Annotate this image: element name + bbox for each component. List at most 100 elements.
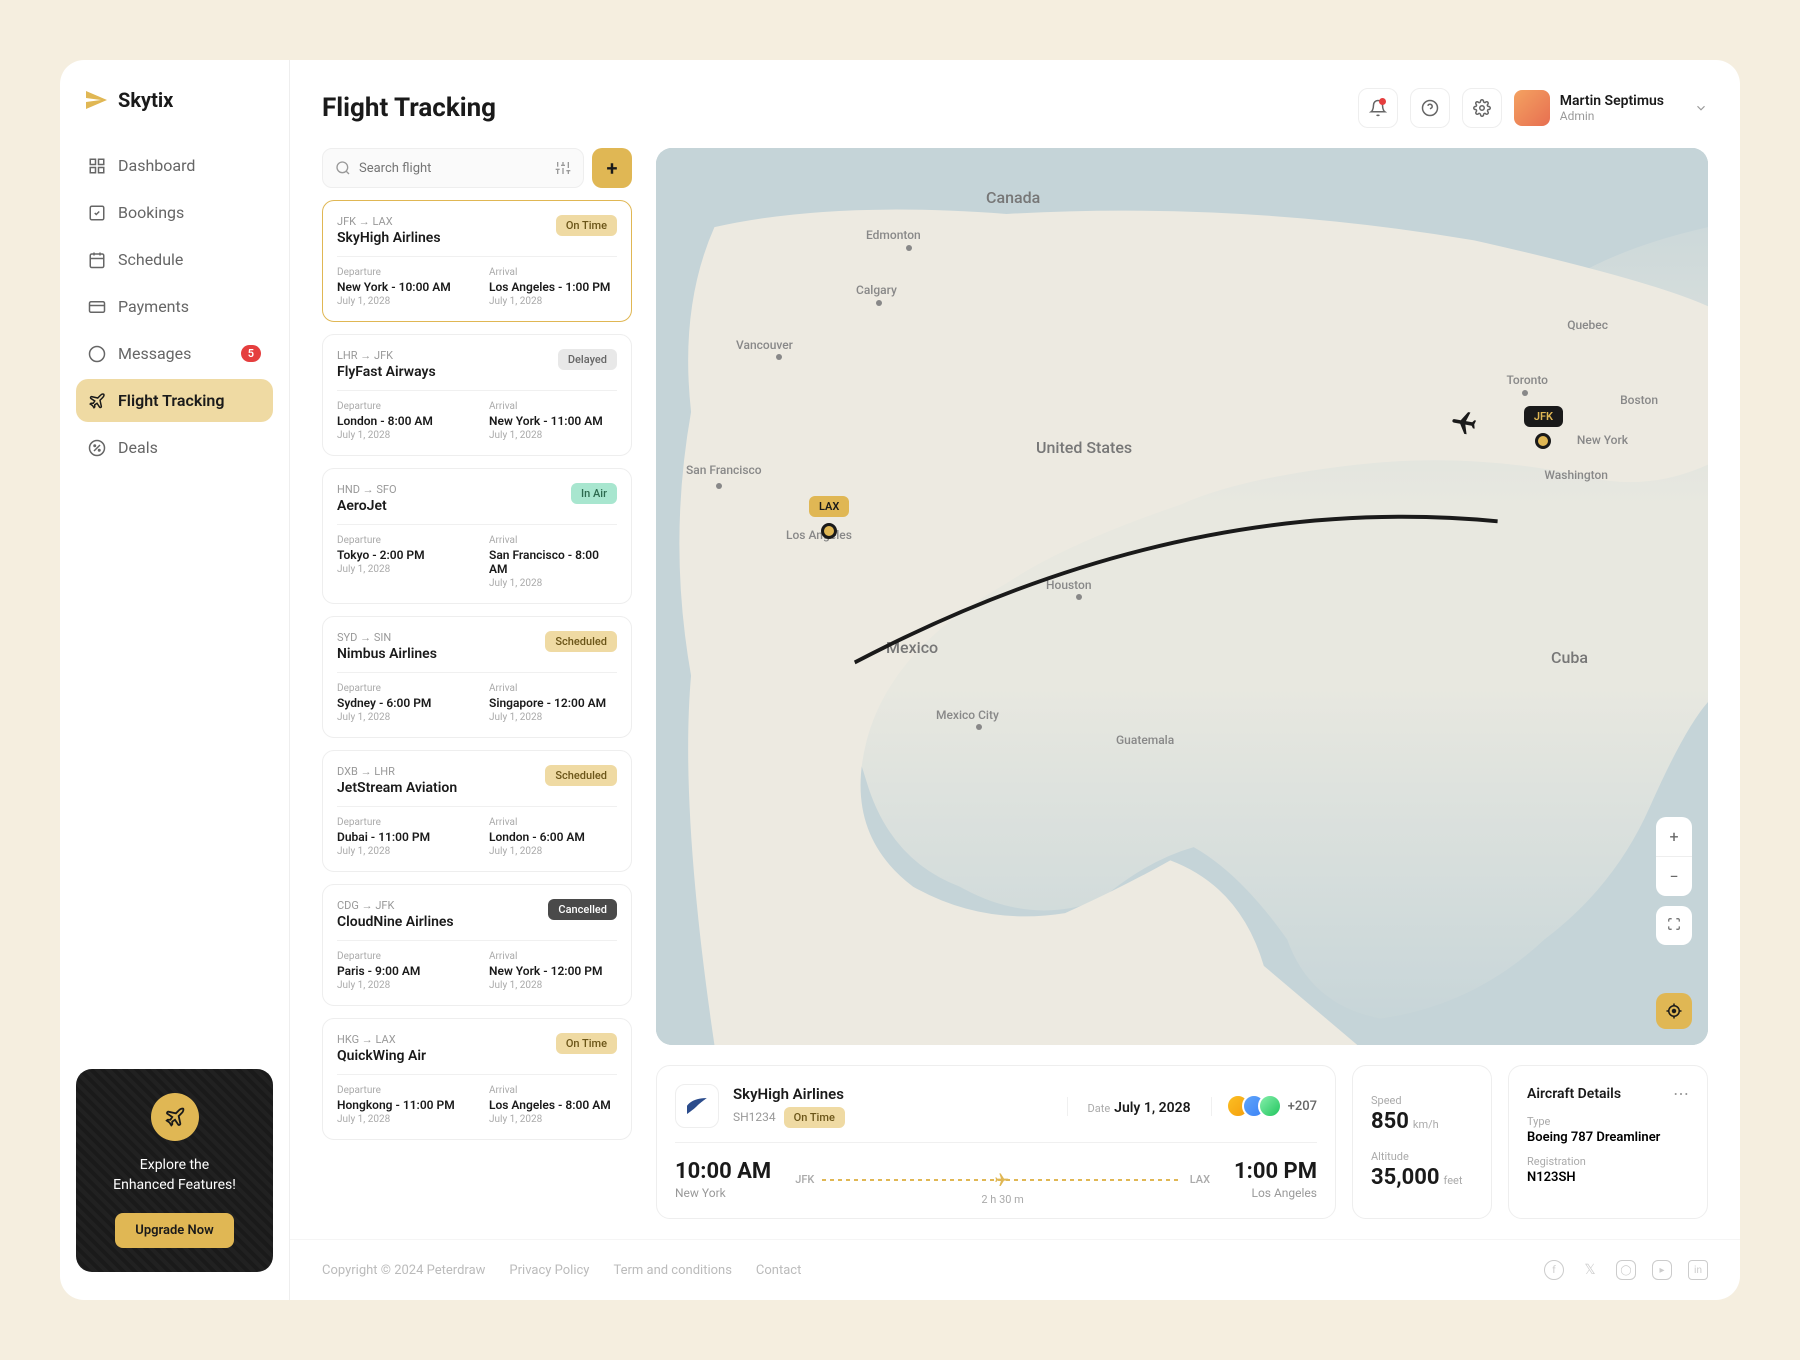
departure-date: July 1, 2028 <box>337 564 465 575</box>
arrival-label: Arrival <box>489 401 617 412</box>
youtube-icon[interactable]: ▸ <box>1652 1260 1672 1280</box>
percent-icon <box>88 439 106 457</box>
departure-date: July 1, 2028 <box>337 296 465 307</box>
nav-dashboard[interactable]: Dashboard <box>76 144 273 187</box>
dep-code: JFK <box>795 1173 814 1186</box>
right-panel: Canada Edmonton Calgary Vancouver Quebec… <box>656 148 1708 1219</box>
logo[interactable]: Skytix <box>76 88 273 112</box>
facebook-icon[interactable]: f <box>1544 1260 1564 1280</box>
map[interactable]: Canada Edmonton Calgary Vancouver Quebec… <box>656 148 1708 1045</box>
flight-route: SYD → SIN <box>337 631 437 644</box>
social-links: f 𝕏 ◯ ▸ in <box>1544 1260 1708 1280</box>
contact-link[interactable]: Contact <box>756 1263 801 1278</box>
arr-city: Los Angeles <box>1234 1186 1317 1200</box>
arrival-date: July 1, 2028 <box>489 712 617 723</box>
flight-card[interactable]: JFK → LAXSkyHigh AirlinesOn TimeDepartur… <box>322 200 632 322</box>
departure-date: July 1, 2028 <box>337 846 465 857</box>
arrival-value: New York - 12:00 PM <box>489 964 617 978</box>
detail-status: On Time <box>784 1107 845 1128</box>
departure-date: July 1, 2028 <box>337 712 465 723</box>
arrival-date: July 1, 2028 <box>489 430 617 441</box>
status-badge: Scheduled <box>545 631 617 652</box>
map-label-calgary: Calgary <box>856 283 897 297</box>
fullscreen-button[interactable] <box>1656 906 1692 945</box>
airport-lax[interactable]: LAX <box>809 496 849 539</box>
arr-code: LAX <box>1190 1173 1210 1186</box>
promo-card: Explore the Enhanced Features! Upgrade N… <box>76 1069 273 1272</box>
zoom-in-button[interactable]: + <box>1656 817 1692 856</box>
crosshair-icon <box>1665 1002 1683 1020</box>
speed-value: 850 <box>1371 1109 1409 1134</box>
plane-icon <box>88 392 106 410</box>
arrival-date: July 1, 2028 <box>489 578 617 589</box>
map-label-vancouver: Vancouver <box>736 338 793 352</box>
arrival-date: July 1, 2028 <box>489 980 617 991</box>
flight-route: HND → SFO <box>337 483 397 496</box>
locate-button[interactable] <box>1656 993 1692 1029</box>
arrival-value: Los Angeles - 8:00 AM <box>489 1098 617 1112</box>
instagram-icon[interactable]: ◯ <box>1616 1260 1636 1280</box>
map-label-guatemala: Guatemala <box>1116 733 1174 747</box>
arrival-value: New York - 11:00 AM <box>489 414 617 428</box>
search-icon <box>335 160 351 176</box>
upgrade-button[interactable]: Upgrade Now <box>115 1213 233 1248</box>
help-icon <box>1421 99 1439 117</box>
nav-schedule[interactable]: Schedule <box>76 238 273 281</box>
arrival-value: San Francisco - 8:00 AM <box>489 548 617 576</box>
map-label-sanfrancisco: San Francisco <box>686 463 762 477</box>
terms-link[interactable]: Term and conditions <box>613 1263 731 1278</box>
nav-messages[interactable]: Messages5 <box>76 332 273 375</box>
filter-icon[interactable] <box>555 160 571 176</box>
flight-airline: CloudNine Airlines <box>337 914 454 930</box>
flight-airline: JetStream Aviation <box>337 780 457 796</box>
nav: Dashboard Bookings Schedule Payments Mes… <box>76 144 273 469</box>
linkedin-icon[interactable]: in <box>1688 1260 1708 1280</box>
nav-payments[interactable]: Payments <box>76 285 273 328</box>
airport-jfk[interactable]: JFK <box>1524 406 1563 449</box>
map-label-newyork: New York <box>1577 433 1628 447</box>
user-menu[interactable]: Martin Septimus Admin <box>1514 90 1708 126</box>
flight-card[interactable]: DXB → LHRJetStream AviationScheduledDepa… <box>322 750 632 872</box>
help-button[interactable] <box>1410 88 1450 128</box>
privacy-link[interactable]: Privacy Policy <box>509 1263 589 1278</box>
alt-unit: feet <box>1444 1174 1463 1187</box>
notifications-button[interactable] <box>1358 88 1398 128</box>
settings-button[interactable] <box>1462 88 1502 128</box>
nav-deals[interactable]: Deals <box>76 426 273 469</box>
user-role: Admin <box>1560 109 1664 123</box>
departure-value: Sydney - 6:00 PM <box>337 696 465 710</box>
flight-route: CDG → JFK <box>337 899 454 912</box>
copyright: Copyright © 2024 Peterdraw <box>322 1263 485 1278</box>
nav-bookings[interactable]: Bookings <box>76 191 273 234</box>
messages-badge: 5 <box>241 345 261 362</box>
flight-card[interactable]: HND → SFOAeroJetIn AirDepartureTokyo - 2… <box>322 468 632 604</box>
search-box[interactable] <box>322 148 584 188</box>
x-icon[interactable]: 𝕏 <box>1580 1260 1600 1280</box>
add-flight-button[interactable]: + <box>592 148 632 188</box>
departure-label: Departure <box>337 817 465 828</box>
arr-time: 1:00 PM <box>1234 1159 1317 1184</box>
flight-card[interactable]: LHR → JFKFlyFast AirwaysDelayedDeparture… <box>322 334 632 456</box>
flight-card[interactable]: HKG → LAXQuickWing AirOn TimeDepartureHo… <box>322 1018 632 1140</box>
arrival-value: Los Angeles - 1:00 PM <box>489 280 617 294</box>
flight-list: JFK → LAXSkyHigh AirlinesOn TimeDepartur… <box>322 200 632 1140</box>
type-label: Type <box>1527 1115 1689 1128</box>
nav-flight-tracking[interactable]: Flight Tracking <box>76 379 273 422</box>
search-input[interactable] <box>359 161 547 176</box>
zoom-out-button[interactable]: − <box>1656 856 1692 896</box>
arrival-label: Arrival <box>489 535 617 546</box>
fullscreen-icon <box>1667 917 1681 931</box>
footer-links: Privacy Policy Term and conditions Conta… <box>509 1263 801 1278</box>
departure-value: Hongkong - 11:00 PM <box>337 1098 465 1112</box>
flight-card[interactable]: CDG → JFKCloudNine AirlinesCancelledDepa… <box>322 884 632 1006</box>
more-icon[interactable]: ⋯ <box>1673 1084 1689 1103</box>
flight-card[interactable]: SYD → SINNimbus AirlinesScheduledDepartu… <box>322 616 632 738</box>
page-title: Flight Tracking <box>322 93 496 123</box>
departure-value: Dubai - 11:00 PM <box>337 830 465 844</box>
passengers[interactable]: +207 <box>1226 1094 1317 1118</box>
date-label: Date <box>1088 1102 1111 1115</box>
bottom-cards: SkyHigh Airlines SH1234On Time Date July… <box>656 1065 1708 1219</box>
stats-card: Speed850km/h Altitude35,000feet <box>1352 1065 1492 1219</box>
arrival-label: Arrival <box>489 683 617 694</box>
status-badge: On Time <box>556 1033 617 1054</box>
